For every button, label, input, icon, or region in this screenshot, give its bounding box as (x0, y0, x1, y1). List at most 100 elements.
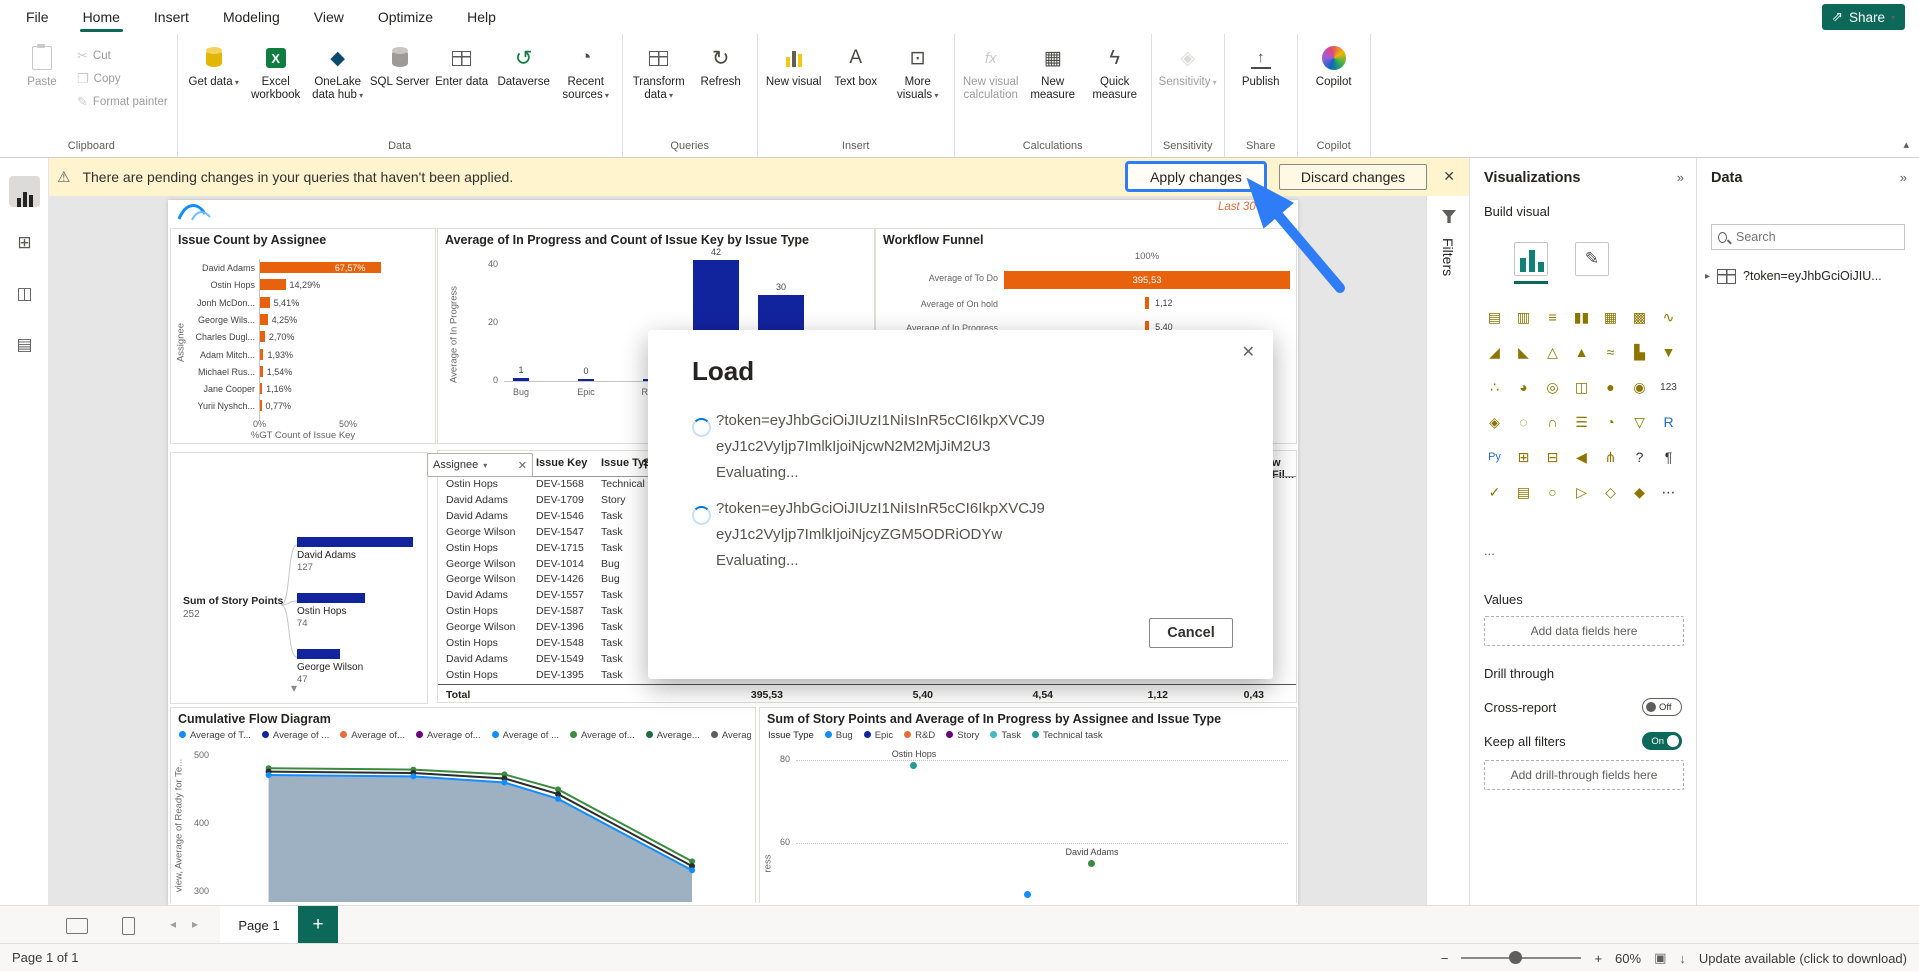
expand-chevron-icon[interactable]: ▸ (1705, 271, 1710, 282)
ribbon-button-dataverse[interactable]: ↺Dataverse (493, 36, 555, 89)
visual-type-icon-smart-narrative[interactable]: ¶ (1657, 445, 1681, 469)
visual-type-icon-100-stacked-bar-chart[interactable]: ▦ (1599, 305, 1623, 329)
visual-type-icon-line-and-stacked-column-chart[interactable]: △ (1541, 340, 1565, 364)
visual-type-icon-kpi[interactable]: ◔ (1599, 410, 1623, 434)
cancel-button[interactable]: Cancel (1149, 618, 1233, 648)
visual-type-icon-python-visual[interactable]: Py (1483, 445, 1507, 469)
table-view-button[interactable]: ⊞ (9, 227, 40, 258)
visual-type-icon-donut-chart[interactable]: ◎ (1541, 375, 1565, 399)
collapse-pane-icon[interactable]: » (1900, 170, 1907, 185)
ribbon-button-refresh[interactable]: ↻Refresh (690, 36, 752, 89)
ribbon-collapse-icon[interactable]: ▴ (1903, 138, 1909, 151)
visual-type-icon-scorecard[interactable]: ◇ (1599, 480, 1623, 504)
ribbon-button-new-visual[interactable]: New visual (763, 36, 825, 89)
menu-item-optimize[interactable]: Optimize (378, 0, 433, 34)
visual-type-icon-key-influencers[interactable]: ◀ (1570, 445, 1594, 469)
data-field-item[interactable]: ▸ ?token=eyJhbGciOiJIU... (1705, 264, 1913, 288)
menu-item-insert[interactable]: Insert (154, 0, 189, 34)
visual-type-icon-filled-map[interactable]: ◉ (1628, 375, 1652, 399)
visual-type-icon-line-chart[interactable]: ∿ (1657, 305, 1681, 329)
ribbon-button-onelake-data-hub[interactable]: ◆OneLake data hub ▾ (307, 36, 369, 102)
report-view-button[interactable] (9, 176, 40, 207)
visual-type-icon-card[interactable]: 123 (1657, 375, 1681, 399)
visual-type-icon-treemap[interactable]: ◫ (1570, 375, 1594, 399)
visual-type-icon-get-more-visuals[interactable]: ⋯ (1657, 480, 1681, 504)
visual-type-icon-clustered-bar-chart[interactable]: ≡ (1541, 305, 1565, 329)
visual-type-icon-arcgis-map[interactable]: ○ (1541, 480, 1565, 504)
visual-type-icon-gauge[interactable]: ∩ (1541, 410, 1565, 434)
visual-type-icon-slicer[interactable]: ▽ (1628, 410, 1652, 434)
share-button[interactable]: ⇗ Share ▾ (1822, 4, 1905, 30)
model-view-button[interactable]: ◫ (9, 278, 40, 309)
menu-item-file[interactable]: File (26, 0, 49, 34)
search-field[interactable] (1711, 224, 1905, 250)
menu-item-home[interactable]: Home (83, 0, 120, 34)
visual-type-icon-stacked-column-chart[interactable]: ▥ (1512, 305, 1536, 329)
visual-type-icon-azure-map[interactable]: ◌ (1512, 410, 1536, 434)
page-tab-page1[interactable]: Page 1 (220, 906, 299, 944)
visual-type-icon-table[interactable]: ⊞ (1512, 445, 1536, 469)
tree-expand-icon[interactable]: ▾ (291, 681, 297, 695)
dialog-close-icon[interactable]: ✕ (1242, 342, 1255, 362)
update-available-link[interactable]: Update available (click to download) (1699, 951, 1907, 966)
menu-item-help[interactable]: Help (467, 0, 496, 34)
visual-type-icon-metrics[interactable]: ✓ (1483, 480, 1507, 504)
format-visual-tab[interactable]: ✎ (1575, 242, 1609, 276)
visual-type-icon-decomposition-tree[interactable]: ⋔ (1599, 445, 1623, 469)
visual-type-icon-matrix[interactable]: ⊟ (1541, 445, 1565, 469)
ribbon-button-more-visuals[interactable]: ⊡More visuals ▾ (887, 36, 949, 102)
zoom-in-button[interactable]: + (1594, 951, 1602, 966)
visual-type-icon-pie-chart[interactable]: ◕ (1512, 375, 1536, 399)
build-visual-tab[interactable] (1514, 242, 1548, 284)
ribbon-button-quick-measure[interactable]: ϟQuick measure (1084, 36, 1146, 102)
ribbon-button-recent-sources[interactable]: ◔Recent sources ▾ (555, 36, 617, 102)
discard-changes-button[interactable]: Discard changes (1279, 164, 1427, 190)
previous-page-icon[interactable]: ◂ (170, 917, 176, 931)
ribbon-button-copilot[interactable]: Copilot (1303, 36, 1365, 89)
visual-type-icon-stacked-area-chart[interactable]: ◣ (1512, 340, 1536, 364)
fit-to-page-icon[interactable]: ▣ (1654, 950, 1666, 966)
zoom-slider-knob[interactable] (1509, 951, 1522, 964)
search-input[interactable] (1734, 229, 1898, 245)
menu-item-view[interactable]: View (314, 0, 344, 34)
visual-decomposition-tree[interactable]: Sum of Story Points 252 David Adams127Os… (170, 452, 428, 704)
visual-type-icon-scatter-chart[interactable]: ∴ (1483, 375, 1507, 399)
zoom-slider[interactable] (1461, 957, 1581, 959)
visual-type-icon-custom-visual[interactable]: ◆ (1628, 480, 1652, 504)
visual-type-icon-power-apps[interactable]: ▷ (1570, 480, 1594, 504)
apply-changes-button[interactable]: Apply changes (1125, 161, 1267, 192)
filters-pane-collapsed[interactable]: Filters (1426, 196, 1469, 905)
desktop-layout-icon[interactable] (66, 918, 88, 934)
mobile-layout-icon[interactable] (122, 917, 135, 935)
visual-type-icon-multi-row-card[interactable]: ☰ (1570, 410, 1594, 434)
zoom-out-button[interactable]: − (1441, 951, 1449, 966)
visual-story-points-scatter[interactable]: Sum of Story Points and Average of In Pr… (759, 707, 1297, 903)
keep-all-filters-toggle[interactable]: On (1642, 732, 1682, 750)
dax-query-view-button[interactable]: ▤ (9, 329, 40, 360)
add-page-button[interactable]: + (298, 906, 338, 944)
visual-type-icon-shape-map[interactable]: ◈ (1483, 410, 1507, 434)
ribbon-button-new-measure[interactable]: ▦New measure (1022, 36, 1084, 102)
visual-type-icon-paginated-report[interactable]: ▤ (1512, 480, 1536, 504)
menu-item-modeling[interactable]: Modeling (223, 0, 280, 34)
ribbon-button-transform-data[interactable]: Transform data ▾ (628, 36, 690, 102)
visual-type-icon-line-and-clustered-column-chart[interactable]: ▲ (1570, 340, 1594, 364)
ribbon-button-excel-workbook[interactable]: XExcel workbook (245, 36, 307, 102)
visual-type-icon-funnel-chart[interactable]: ▼ (1657, 340, 1681, 364)
cross-report-toggle[interactable]: Off (1642, 698, 1682, 716)
visual-type-icon-100-stacked-column-chart[interactable]: ▩ (1628, 305, 1652, 329)
visual-type-icon-area-chart[interactable]: ◢ (1483, 340, 1507, 364)
visual-cumulative-flow-diagram[interactable]: Cumulative Flow Diagram Average of T...A… (170, 707, 756, 903)
ribbon-button-get-data[interactable]: Get data ▾ (183, 36, 245, 89)
add-drill-through-fields-dropzone[interactable]: Add drill-through fields here (1484, 760, 1684, 790)
visual-type-icon-stacked-bar-chart[interactable]: ▤ (1483, 305, 1507, 329)
visual-type-icon-q-and-a[interactable]: ? (1628, 445, 1652, 469)
visual-type-icon-r-script-visual[interactable]: R (1657, 410, 1681, 434)
close-banner-icon[interactable]: ✕ (1443, 168, 1455, 185)
next-page-icon[interactable]: ▸ (192, 917, 198, 931)
visual-type-icon-map[interactable]: ● (1599, 375, 1623, 399)
visual-issue-count-by-assignee[interactable]: Issue Count by Assignee David Adams67,57… (170, 228, 436, 444)
add-data-fields-dropzone[interactable]: Add data fields here (1484, 616, 1684, 646)
tree-level-chip-assignee[interactable]: Assignee ▾ ✕ (427, 453, 533, 477)
visual-type-icon-waterfall-chart[interactable]: ▙ (1628, 340, 1652, 364)
